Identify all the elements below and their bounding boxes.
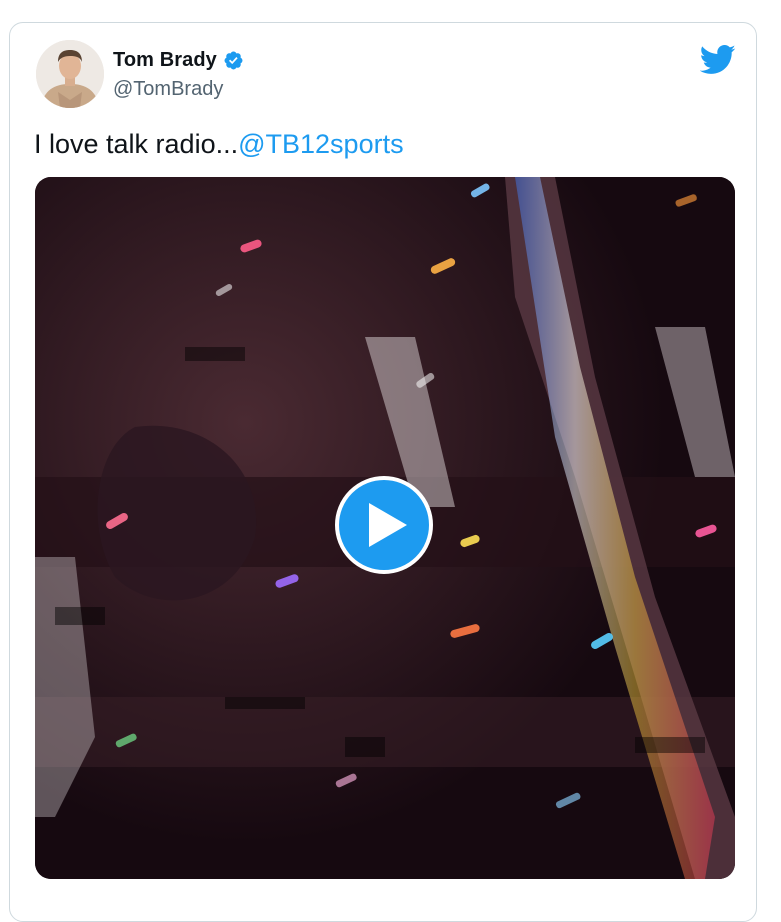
tweet-body: I love talk radio... [34, 129, 239, 159]
tweet-card[interactable]: Tom Brady @TomBrady I love talk radio...… [9, 22, 757, 922]
verified-badge-icon [224, 51, 243, 70]
play-icon [369, 503, 407, 547]
author-handle[interactable]: @TomBrady [113, 78, 223, 101]
twitter-bird-icon[interactable] [700, 41, 736, 77]
avatar[interactable] [36, 40, 104, 108]
author-display-name[interactable]: Tom Brady [113, 49, 217, 72]
tweet-text: I love talk radio...@TB12sports [34, 127, 404, 161]
play-button[interactable] [335, 476, 433, 574]
video-player[interactable] [35, 177, 735, 879]
mention-link[interactable]: @TB12sports [238, 129, 403, 159]
